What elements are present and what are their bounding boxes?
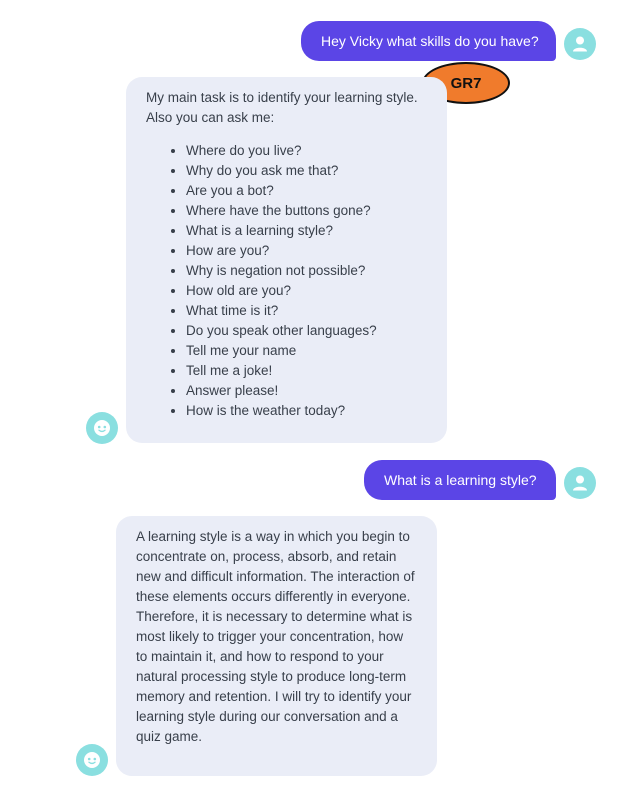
user-message-text: Hey Vicky what skills do you have? xyxy=(321,33,539,49)
user-avatar-icon xyxy=(564,467,596,499)
suggestion-item: Where do you live? xyxy=(186,141,429,161)
user-message: What is a learning style? xyxy=(364,460,556,500)
suggestion-item: How is the weather today? xyxy=(186,401,429,421)
user-message: Hey Vicky what skills do you have? xyxy=(301,21,556,61)
suggestion-item: Do you speak other languages? xyxy=(186,321,429,341)
bot-message: A learning style is a way in which you b… xyxy=(116,516,437,776)
suggestion-item: Are you a bot? xyxy=(186,181,429,201)
bot-message-text: A learning style is a way in which you b… xyxy=(136,529,415,744)
suggestion-item: How are you? xyxy=(186,241,429,261)
bot-message: My main task is to identify your learnin… xyxy=(126,77,447,443)
suggestion-list: Where do you live? Why do you ask me tha… xyxy=(146,141,429,421)
suggestion-item: What time is it? xyxy=(186,301,429,321)
suggestion-item: How old are you? xyxy=(186,281,429,301)
bot-avatar-icon xyxy=(76,744,108,776)
suggestion-item: Why do you ask me that? xyxy=(186,161,429,181)
bot-message-intro: My main task is to identify your learnin… xyxy=(146,90,418,125)
suggestion-item: Tell me your name xyxy=(186,341,429,361)
user-message-text: What is a learning style? xyxy=(384,472,537,488)
user-avatar-icon xyxy=(564,28,596,60)
bot-avatar-icon xyxy=(86,412,118,444)
suggestion-item: Why is negation not possible? xyxy=(186,261,429,281)
suggestion-item: Where have the buttons gone? xyxy=(186,201,429,221)
suggestion-item: Tell me a joke! xyxy=(186,361,429,381)
suggestion-item: What is a learning style? xyxy=(186,221,429,241)
suggestion-item: Answer please! xyxy=(186,381,429,401)
